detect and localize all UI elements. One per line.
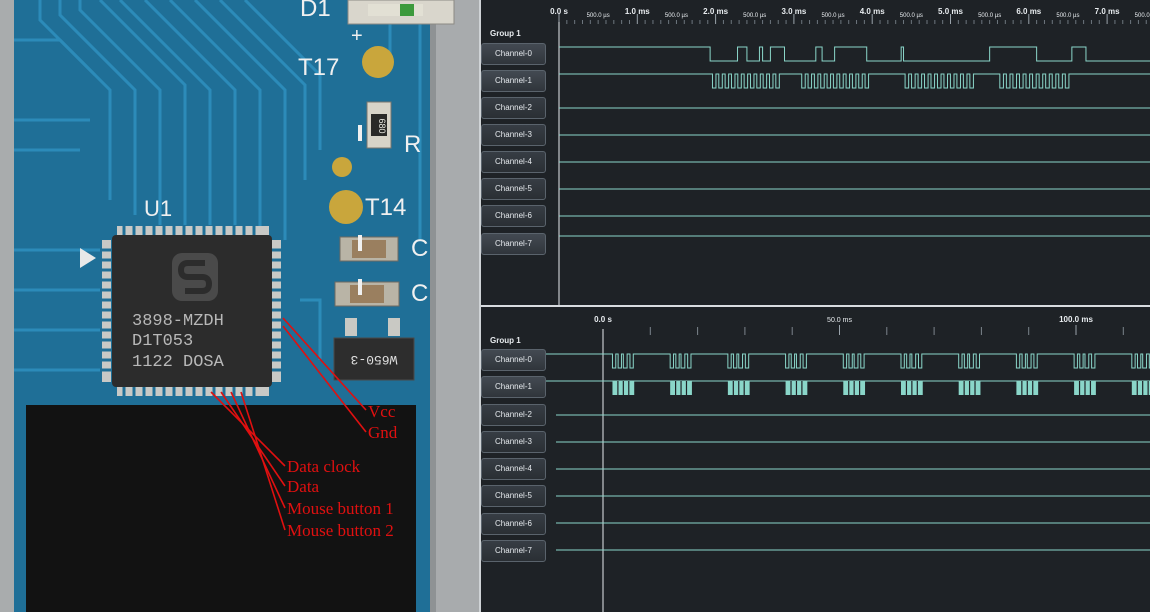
analyzer-view-zoomed[interactable]: 0.0 s 500.0 µs 1.0 ms 500.0 µs 2.0 ms 500.0 µ… (481, 0, 1150, 305)
channel-0-button[interactable]: Channel-0 (481, 349, 546, 371)
ruler-label: 6.0 ms (1016, 7, 1041, 16)
annotation-data-clock: Data clock (287, 457, 361, 476)
ruler-label: 0.0 s (594, 315, 612, 324)
silk-t14: T14 (365, 194, 406, 221)
ruler-label: 4.0 ms (860, 7, 885, 16)
channel-1-waveform (559, 73, 1150, 89)
silk-t17: T17 (298, 54, 339, 81)
silk-c-2: C (411, 280, 428, 307)
channel-0-waveform (529, 353, 1150, 369)
channel-4-button[interactable]: Channel-4 (481, 458, 546, 480)
ruler-minor-label: 500.0 µs (900, 13, 923, 19)
ruler-label: 2.0 ms (703, 7, 728, 16)
channel-0-waveform (559, 46, 1150, 62)
metal-edge-left (0, 0, 14, 612)
annotation-gnd: Gnd (368, 423, 398, 442)
ruler-label: 0.0 s (550, 7, 568, 16)
channel-3-button[interactable]: Channel-3 (481, 431, 546, 453)
channel-6-button[interactable]: Channel-6 (481, 513, 546, 535)
group-label: Group 1 (490, 29, 521, 38)
ruler-minor-label: 500.0 µs (1135, 13, 1150, 19)
resistor-code: 680 (377, 118, 387, 133)
ruler-label: 3.0 ms (781, 7, 806, 16)
channel-4-button[interactable]: Channel-4 (481, 151, 546, 173)
silk-d1: D1 (300, 0, 331, 22)
channel-5-button[interactable]: Channel-5 (481, 485, 546, 507)
channel-3-button[interactable]: Channel-3 (481, 124, 546, 146)
channel-0-button[interactable]: Channel-0 (481, 43, 546, 65)
channel-1-burst (1131, 381, 1150, 395)
group-label: Group 1 (490, 336, 521, 345)
test-pad-t14 (329, 190, 363, 224)
ruler-minor-label: 500.0 µs (978, 13, 1001, 19)
annotation-vcc: Vcc (368, 402, 396, 421)
metal-edge-right (430, 0, 480, 612)
ruler-minor-label: 500.0 µs (821, 13, 844, 19)
top-timeline[interactable]: 0.0 s 500.0 µs 1.0 ms 500.0 µs 2.0 ms 500.0 µ… (481, 0, 1150, 305)
analyzer-view-overview[interactable]: 0.0 s 50.0 ms 100.0 ms Group 1 Channel-0 C… (481, 307, 1150, 612)
via-pad (332, 157, 352, 177)
ruler-label: 5.0 ms (938, 7, 963, 16)
annotation-mouse-button-1: Mouse button 1 (287, 499, 394, 518)
ruler-minor-label: 500.0 µs (587, 13, 610, 19)
channel-5-button[interactable]: Channel-5 (481, 178, 546, 200)
pcb-photo: 680 W650-3 3898-MZDH D1T053 1122 DOSA D1… (0, 0, 480, 612)
ruler-minor-label: 500.0 µs (665, 13, 688, 19)
channel-7-button[interactable]: Channel-7 (481, 233, 546, 255)
ruler-minor-label: 500.0 µs (1056, 13, 1079, 19)
chip-marking-line-2: D1T053 (132, 332, 193, 351)
silk-u1: U1 (144, 196, 172, 221)
ruler-label: 1.0 ms (625, 7, 650, 16)
annotation-mouse-button-2: Mouse button 2 (287, 521, 394, 540)
ruler-minor-label: 500.0 µs (743, 13, 766, 19)
channel-2-button[interactable]: Channel-2 (481, 97, 546, 119)
silk-plus: + (351, 25, 363, 47)
chip-marking-line-3: 1122 DOSA (132, 353, 225, 372)
sot-marking: W650-3 (351, 352, 398, 367)
test-pad-t17 (362, 46, 394, 78)
ruler-label: 7.0 ms (1095, 7, 1120, 16)
bottom-timeline[interactable]: 0.0 s 50.0 ms 100.0 ms (481, 307, 1150, 612)
channel-1-button[interactable]: Channel-1 (481, 376, 546, 398)
ruler-label: 50.0 ms (827, 317, 852, 324)
channel-7-button[interactable]: Channel-7 (481, 540, 546, 562)
silk-c-1: C (411, 235, 428, 262)
silk-r: R (404, 131, 421, 158)
channel-2-button[interactable]: Channel-2 (481, 404, 546, 426)
ruler-label: 100.0 ms (1059, 315, 1093, 324)
channel-6-button[interactable]: Channel-6 (481, 205, 546, 227)
annotation-data: Data (287, 477, 320, 496)
chip-marking-line-1: 3898-MZDH (132, 312, 224, 331)
channel-1-button[interactable]: Channel-1 (481, 70, 546, 92)
